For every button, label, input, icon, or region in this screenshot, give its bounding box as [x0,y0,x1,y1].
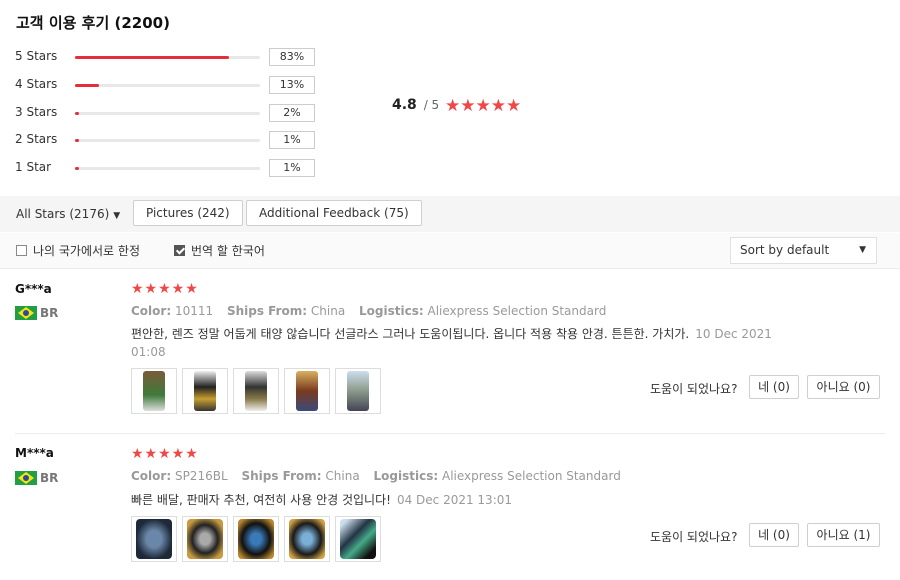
rating-bar-fill [75,167,79,170]
logistics-value: Aliexpress Selection Standard [427,304,607,318]
reviewer-country: BR [15,471,58,485]
reviewer-name: G***a [15,282,52,296]
review-text: 편안한, 렌즈 정말 어둡게 태양 않습니다 선글라스 그러나 도움이됩니다. … [131,325,801,361]
ships-from-label: Ships From: [226,304,308,318]
review-stars-icon: ★★★★★ [131,281,199,297]
review-photo[interactable] [131,516,177,562]
reviewer-name: M***a [15,446,54,460]
review-date: 10 Dec 2021 [695,327,772,341]
all-stars-dropdown[interactable]: All Stars (2176) ▼ [16,207,120,221]
rating-bar-fill [75,84,99,87]
review-photo[interactable] [233,368,279,414]
ships-from-value: China [310,304,346,318]
review-photo[interactable] [335,516,381,562]
rating-percent: 1% [269,131,315,149]
sort-select[interactable]: Sort by default ▼ [730,237,877,264]
rating-bar-fill [75,139,79,142]
average-out-of: / 5 [423,98,440,112]
review-photo[interactable] [284,516,330,562]
rating-bar [75,84,260,87]
rating-label: 3 Stars [15,105,58,119]
review-body: 편안한, 렌즈 정말 어둡게 태양 않습니다 선글라스 그러나 도움이됩니다. … [131,327,690,341]
rating-bar [75,167,260,170]
rating-percent: 2% [269,104,315,122]
rating-row-1[interactable]: 1 Star 1% [15,159,325,177]
color-label: Color: [131,469,172,483]
brazil-flag-icon [15,306,37,320]
country-only-label: 나의 국가에서로 한정 [33,244,140,258]
translate-label: 번역 할 한국어 [191,244,265,258]
rating-percent: 13% [269,76,315,94]
reviewer-country: BR [15,306,58,320]
rating-label: 4 Stars [15,77,58,91]
reviews-title: 고객 이용 후기 (2200) [16,14,170,32]
review-photo[interactable] [182,368,228,414]
helpful-yes-button[interactable]: 네 (0) [749,523,799,547]
rating-percent: 1% [269,159,315,177]
logistics-label: Logistics: [373,469,439,483]
rating-row-2[interactable]: 2 Stars 1% [15,131,325,149]
rating-bar [75,112,260,115]
all-stars-label: All Stars (2176) [16,207,110,221]
review-photo[interactable] [233,516,279,562]
country-code: BR [40,471,59,485]
review-text: 빠른 배달, 판매자 추천, 여전히 사용 안경 것입니다! 04 Dec 202… [131,491,801,509]
ships-from-label: Ships From: [241,469,322,483]
review-meta: Color: 10111 Ships From: China Logistics… [131,304,606,318]
average-stars-icon: ★★★★★ [445,96,522,116]
additional-feedback-button[interactable]: Additional Feedback (75) [246,200,422,226]
helpful-yes-button[interactable]: 네 (0) [749,375,799,399]
chevron-down-icon: ▼ [113,211,121,221]
country-code: BR [40,306,59,320]
country-only-checkbox[interactable]: 나의 국가에서로 한정 [16,242,140,259]
review-photo[interactable] [182,516,228,562]
sort-label: Sort by default [740,243,830,257]
rating-label: 5 Stars [15,49,58,63]
review-photo[interactable] [284,368,330,414]
color-label: Color: [131,304,172,318]
review-photos [131,368,381,414]
checkbox-icon[interactable] [16,245,27,256]
rating-row-3[interactable]: 3 Stars 2% [15,104,325,122]
logistics-label: Logistics: [359,304,424,318]
color-value: SP216BL [174,469,228,483]
rating-bar [75,56,260,59]
review-date: 04 Dec 2021 13:01 [396,493,513,507]
rating-percent: 83% [269,48,315,66]
checkbox-checked-icon[interactable] [174,245,185,256]
review-photos [131,516,381,562]
color-value: 10111 [174,304,214,318]
review-stars-icon: ★★★★★ [131,446,199,462]
rating-bar-fill [75,112,79,115]
review-photo[interactable] [335,368,381,414]
rating-row-4[interactable]: 4 Stars 13% [15,76,325,94]
helpful-question: 도움이 되었나요? [650,530,738,544]
pictures-filter-button[interactable]: Pictures (242) [133,200,243,226]
review-divider [15,433,885,434]
logistics-value: Aliexpress Selection Standard [441,469,621,483]
ships-from-value: China [325,469,360,483]
helpful-no-button[interactable]: 아니요 (1) [807,523,880,547]
review-time: 01:08 [131,345,166,359]
brazil-flag-icon [15,471,37,485]
rating-label: 2 Stars [15,132,58,146]
rating-bar-fill [75,56,229,59]
rating-label: 1 Star [15,160,52,174]
helpful-no-button[interactable]: 아니요 (0) [807,375,880,399]
chevron-down-icon: ▼ [859,245,866,255]
rating-row-5[interactable]: 5 Stars 83% [15,48,325,66]
rating-bar [75,139,260,142]
review-meta: Color: SP216BL Ships From: China Logisti… [131,469,621,483]
helpful-question: 도움이 되었나요? [650,382,738,396]
review-body: 빠른 배달, 판매자 추천, 여전히 사용 안경 것입니다! [131,493,391,507]
translate-checkbox[interactable]: 번역 할 한국어 [174,242,265,259]
review-photo[interactable] [131,368,177,414]
average-rating: 4.8 / 5 [392,97,439,113]
average-value: 4.8 [392,97,417,113]
